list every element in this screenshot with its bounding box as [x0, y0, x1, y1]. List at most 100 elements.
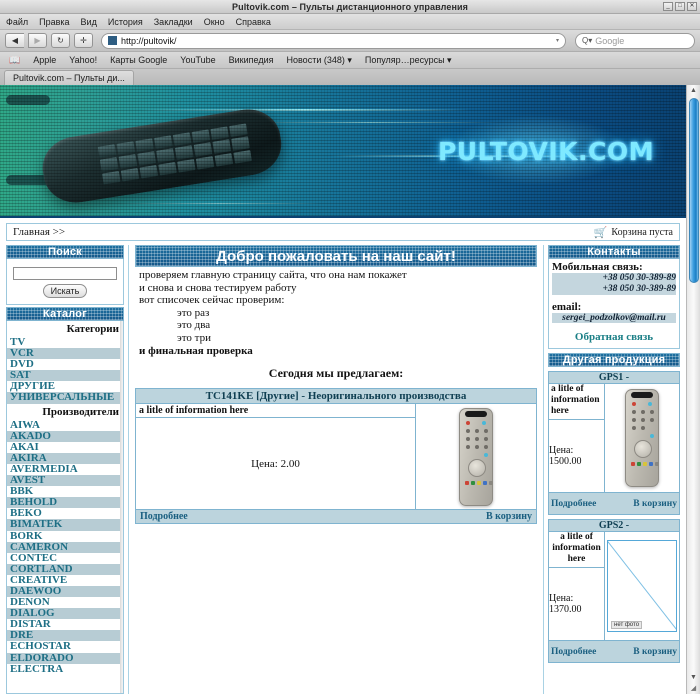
- remote-photo-key: [484, 428, 488, 433]
- remote-photo-key: [466, 436, 470, 441]
- catalog-panel-header: Каталог: [6, 307, 124, 321]
- remote-photo-key: [484, 452, 488, 457]
- mini-product-title: GPS2 -: [549, 520, 679, 532]
- remote-photo-icon: [625, 389, 659, 487]
- remote-photo-key: [650, 418, 654, 422]
- search-placeholder: Google: [595, 35, 625, 46]
- bookmarks-bar: 📖 Apple Yahoo! Карты Google YouTube Вики…: [0, 52, 700, 69]
- book-icon[interactable]: 📖: [9, 55, 20, 66]
- site-logo: PULTOVIK.COM: [437, 137, 654, 166]
- mini-product-more-link[interactable]: Подробнее: [549, 499, 605, 509]
- remote-photo-key: [466, 420, 470, 425]
- left-sidebar: Поиск Искать Каталог Категории TV VCR DV…: [6, 245, 124, 694]
- manufacturer-item[interactable]: ECHOSTAR: [7, 641, 123, 652]
- remote-photo-colorbar: [631, 462, 659, 466]
- intro-final-line: и финальная проверка: [139, 344, 253, 357]
- search-panel-body: Искать: [6, 259, 124, 305]
- remote-photo-key: [466, 444, 470, 449]
- remote-photo-key: [641, 418, 645, 422]
- cart-status-label: Корзина пуста: [611, 226, 673, 238]
- scroll-down-icon[interactable]: ▼: [690, 672, 697, 684]
- page-scrollbar[interactable]: ▲ ▼ ◢: [686, 85, 700, 694]
- scrollbar-track[interactable]: [689, 284, 699, 672]
- manufacturer-item[interactable]: AIWA: [7, 419, 123, 431]
- product-card: TC141KE [Другие] - Неоригинального произ…: [135, 388, 537, 525]
- menu-item-help[interactable]: Справка: [236, 17, 271, 27]
- offer-heading: Сегодня мы предлагаем:: [268, 366, 404, 381]
- manufacturer-item[interactable]: ELDORADO: [7, 652, 123, 664]
- browser-search-field[interactable]: Q▾ Google: [575, 32, 695, 49]
- category-item-universal[interactable]: УНИВЕРСАЛЬНЫЕ: [7, 392, 123, 404]
- remote-photo-wheel: [634, 440, 652, 458]
- intro-line: вот списочек сейчас проверим:: [139, 294, 285, 307]
- site-search-input[interactable]: [13, 266, 117, 280]
- menu-item-edit[interactable]: Правка: [39, 17, 69, 27]
- favicon-icon: [108, 36, 117, 45]
- site-search-button[interactable]: Искать: [42, 284, 88, 298]
- missing-image-label: нет фото: [611, 621, 643, 629]
- scroll-up-icon[interactable]: ▲: [690, 85, 697, 97]
- feedback-link[interactable]: Обратная связь: [552, 323, 676, 343]
- mini-product-buy-link[interactable]: В корзину: [605, 499, 679, 509]
- bookmark-youtube[interactable]: YouTube: [180, 55, 215, 65]
- remote-photo-key: [484, 436, 488, 441]
- menu-item-window[interactable]: Окно: [204, 17, 225, 27]
- menu-item-history[interactable]: История: [108, 17, 143, 27]
- close-button[interactable]: ✕: [687, 2, 697, 11]
- address-bar[interactable]: http://pultovik/ ▾: [101, 32, 566, 49]
- product-photo: [416, 404, 536, 509]
- chevron-down-icon[interactable]: ▾: [556, 37, 559, 44]
- tab-bar: Pultovik.com – Пульты ди...: [0, 69, 700, 85]
- manufacturer-item[interactable]: BORK: [7, 530, 123, 542]
- navigation-toolbar: ◀ ▶ ↻ ✛ http://pultovik/ ▾ Q▾ Google: [0, 30, 700, 52]
- main-content: Добро пожаловать на наш сайт! проверяем …: [128, 245, 544, 694]
- menu-item-bookmarks[interactable]: Закладки: [154, 17, 193, 27]
- contacts-panel-body: Мобильная связь: +38 050 30-389-89 +38 0…: [548, 259, 680, 349]
- bookmark-google-maps[interactable]: Карты Google: [110, 55, 167, 65]
- catalog-scrollbar[interactable]: [120, 321, 123, 693]
- resize-grip-icon[interactable]: ◢: [691, 684, 696, 694]
- web-page: PULTOVIK.COM Главная >> 🛒 Корзина пуста …: [0, 85, 686, 694]
- categories-label: Категории: [66, 323, 119, 335]
- add-bookmark-icon[interactable]: ✛: [74, 33, 93, 48]
- contacts-panel-header: Контакты: [548, 245, 680, 259]
- menu-item-file[interactable]: Файл: [6, 17, 28, 27]
- manufacturer-item[interactable]: BIMATEK: [7, 519, 123, 531]
- remote-photo-key: [632, 410, 636, 414]
- window-title: Pultovik.com – Пульты дистанционного упр…: [232, 1, 468, 12]
- intro-line: проверяем главную страницу сайта, что он…: [139, 269, 407, 281]
- mini-product-price: Цена: 1500.00: [549, 445, 582, 467]
- forward-button[interactable]: ▶: [28, 33, 47, 48]
- minimize-button[interactable]: _: [663, 2, 673, 11]
- cart-status[interactable]: 🛒 Корзина пуста: [594, 226, 673, 239]
- remote-photo-key: [641, 426, 645, 430]
- tab-pultovik[interactable]: Pultovik.com – Пульты ди...: [4, 70, 134, 85]
- mini-product-more-link[interactable]: Подробнее: [549, 647, 605, 657]
- page-columns: Поиск Искать Каталог Категории TV VCR DV…: [0, 245, 686, 694]
- mini-product-details: a litle of information here Цена: 1370.0…: [549, 532, 605, 640]
- intro-list-item: это три: [177, 331, 211, 344]
- mini-product-title: GPS1 -: [549, 372, 679, 384]
- search-icon: Q▾: [582, 36, 593, 45]
- page-viewport: PULTOVIK.COM Главная >> 🛒 Корзина пуста …: [0, 85, 700, 694]
- email-value[interactable]: sergei_podzolkov@mail.ru: [552, 313, 676, 323]
- back-button[interactable]: ◀: [5, 33, 24, 48]
- scrollbar-thumb[interactable]: [688, 98, 699, 283]
- mini-product-buy-link[interactable]: В корзину: [605, 647, 679, 657]
- remote-photo-key: [650, 410, 654, 414]
- menu-item-view[interactable]: Вид: [81, 17, 97, 27]
- product-more-link[interactable]: Подробнее: [136, 510, 416, 523]
- intro-text: проверяем главную страницу сайта, что он…: [135, 267, 537, 357]
- remote-photo-key: [475, 428, 479, 433]
- reload-icon[interactable]: ↻: [51, 33, 70, 48]
- bookmark-apple[interactable]: Apple: [33, 55, 56, 65]
- product-buy-link[interactable]: В корзину: [416, 510, 536, 523]
- maximize-button[interactable]: □: [675, 2, 685, 11]
- intro-line: и снова и снова тестируем работу: [139, 281, 297, 294]
- bookmark-wikipedia[interactable]: Википедия: [229, 55, 274, 65]
- manufacturer-item[interactable]: ELECTRA: [7, 663, 123, 675]
- bookmark-news[interactable]: Новости (348) ▾: [287, 55, 352, 66]
- bookmark-yahoo[interactable]: Yahoo!: [69, 55, 97, 65]
- bookmark-popular[interactable]: Популяр…ресурсы ▾: [365, 55, 452, 66]
- breadcrumb[interactable]: Главная >>: [13, 226, 65, 238]
